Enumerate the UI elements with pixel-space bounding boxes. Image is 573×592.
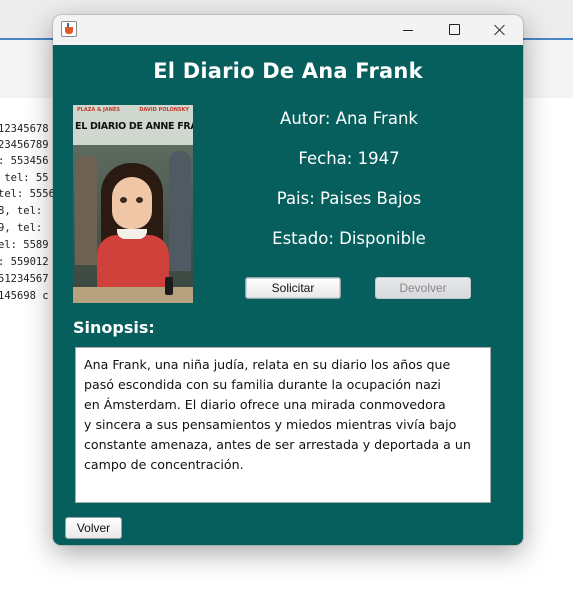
- java-cup-icon: [61, 21, 77, 37]
- cover-ink-bottle: [165, 277, 173, 295]
- title-bar[interactable]: [53, 15, 523, 45]
- book-cover-image: PLAZA & JANÉS DAVID POLONSKY EL DIARIO D…: [73, 105, 193, 303]
- maximize-icon: [449, 24, 460, 35]
- background-line: : 553456: [0, 155, 49, 167]
- book-title: El Diario De Ana Frank: [153, 59, 423, 83]
- synopsis-text: Ana Frank, una niña judía, relata en su …: [84, 357, 471, 472]
- cover-illustrator: DAVID POLONSKY: [139, 107, 189, 113]
- close-icon: [494, 24, 506, 36]
- synopsis-label: Sinopsis:: [73, 318, 155, 337]
- cover-girl-dress: [97, 235, 169, 289]
- background-line: tel: 55: [0, 172, 49, 184]
- cover-girl-eye: [136, 197, 143, 203]
- date-label: Fecha: 1947: [298, 149, 400, 168]
- country-label: Pais: Paises Bajos: [276, 189, 422, 208]
- book-detail-window: El Diario De Ana Frank PLAZA & JANÉS DAV…: [53, 15, 523, 545]
- synopsis-text-area[interactable]: Ana Frank, una niña judía, relata en su …: [75, 347, 491, 503]
- author-label: Autor: Ana Frank: [280, 109, 418, 128]
- close-button[interactable]: [477, 15, 523, 45]
- minimize-icon: [403, 30, 413, 31]
- background-line: 8, tel:: [0, 205, 49, 217]
- cover-title: EL DIARIO DE ANNE FRANK: [75, 121, 193, 132]
- minimize-button[interactable]: [385, 15, 431, 45]
- maximize-button[interactable]: [431, 15, 477, 45]
- background-line: 51234567: [0, 273, 49, 285]
- status-label: Estado: Disponible: [272, 229, 426, 248]
- background-line: 145698 c: [0, 290, 49, 302]
- request-button[interactable]: Solicitar: [245, 277, 341, 299]
- cover-girl-collar: [117, 229, 147, 239]
- cover-girl-face: [112, 177, 152, 229]
- background-line: 9, tel:: [0, 222, 49, 234]
- background-line: 23456789: [0, 139, 49, 151]
- back-button[interactable]: Volver: [65, 517, 122, 539]
- book-detail-panel: El Diario De Ana Frank PLAZA & JANÉS DAV…: [53, 45, 523, 545]
- cover-publisher: PLAZA & JANÉS: [77, 107, 120, 113]
- background-line: tel: 5556: [0, 188, 55, 200]
- cover-figure-right: [169, 151, 191, 271]
- return-button[interactable]: Devolver: [375, 277, 471, 299]
- cover-table: [73, 287, 193, 303]
- background-line: 12345678: [0, 123, 49, 135]
- background-line: : 559012: [0, 256, 49, 268]
- cover-girl-eye: [120, 197, 127, 203]
- cover-figure-left: [75, 155, 97, 265]
- background-line: el: 5589: [0, 239, 49, 251]
